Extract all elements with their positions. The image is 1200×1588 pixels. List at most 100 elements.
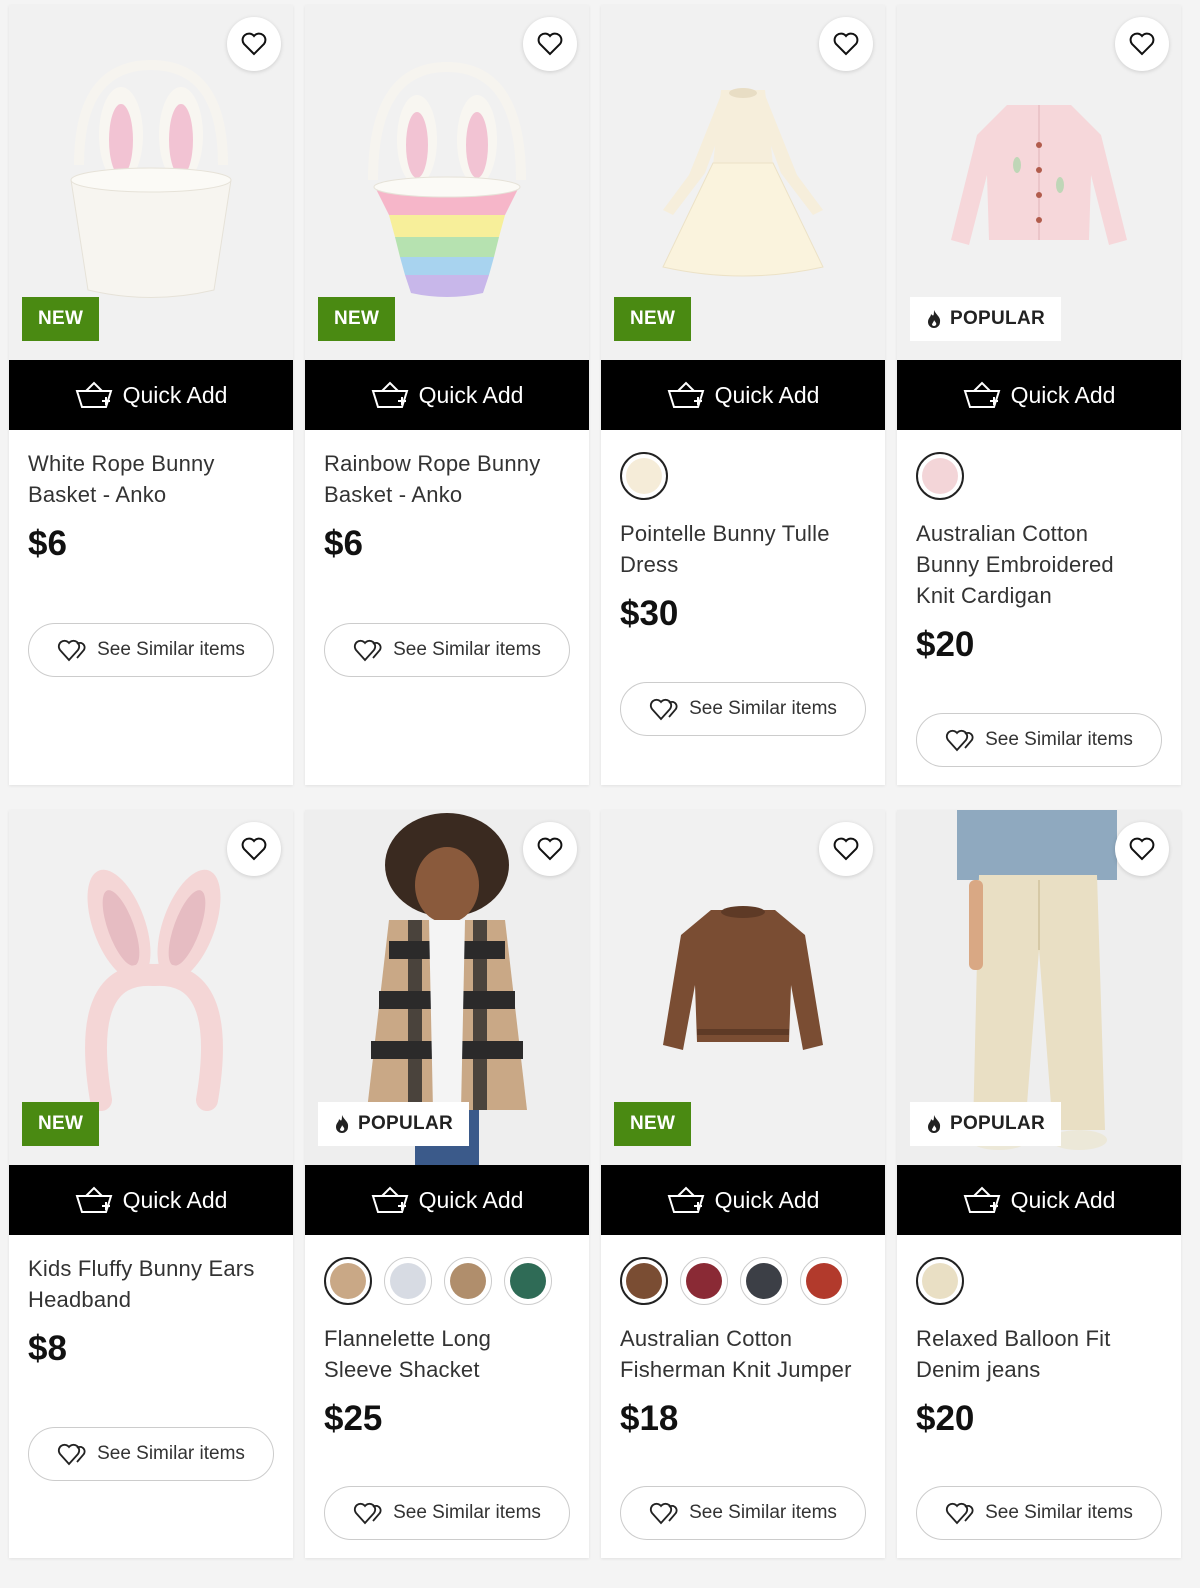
product-price: $30	[620, 594, 679, 633]
product-price: $6	[324, 524, 363, 563]
colour-swatch[interactable]	[444, 1257, 492, 1305]
heart-icon	[1129, 32, 1155, 56]
quick-add-button[interactable]: Quick Add	[897, 1165, 1181, 1235]
product-card[interactable]: NEW Quick Add Rainbow Rope Bunny Basket …	[305, 5, 589, 785]
hearts-icon	[649, 698, 678, 721]
favourite-button[interactable]	[523, 17, 577, 71]
colour-swatches	[916, 452, 1162, 500]
favourite-button[interactable]	[1115, 822, 1169, 876]
see-similar-button[interactable]: See Similar items	[620, 682, 866, 736]
heart-icon	[833, 32, 859, 56]
quick-add-button[interactable]: Quick Add	[897, 360, 1181, 430]
favourite-button[interactable]	[819, 822, 873, 876]
heart-icon	[241, 837, 267, 861]
product-image-area[interactable]: POPULAR	[897, 5, 1181, 360]
new-badge: NEW	[22, 297, 100, 341]
favourite-button[interactable]	[819, 17, 873, 71]
favourite-button[interactable]	[227, 822, 281, 876]
see-similar-button[interactable]: See Similar items	[28, 1427, 274, 1481]
colour-swatch[interactable]	[384, 1257, 432, 1305]
quick-add-button[interactable]: Quick Add	[305, 1165, 589, 1235]
basket-plus-icon	[371, 1186, 408, 1213]
product-price: $20	[916, 625, 975, 664]
heart-icon	[833, 837, 859, 861]
heart-icon	[537, 837, 563, 861]
product-title[interactable]: Australian Cotton Bunny Embroidered Knit…	[916, 518, 1146, 611]
colour-swatch[interactable]	[916, 452, 964, 500]
product-price: $18	[620, 1399, 679, 1438]
hearts-icon	[945, 729, 974, 752]
favourite-button[interactable]	[227, 17, 281, 71]
hearts-icon	[57, 639, 86, 662]
product-title[interactable]: Pointelle Bunny Tulle Dress	[620, 518, 860, 580]
heart-icon	[537, 32, 563, 56]
see-similar-button[interactable]: See Similar items	[324, 1486, 570, 1540]
popular-badge: POPULAR	[910, 297, 1061, 341]
flame-icon	[928, 1115, 941, 1133]
quick-add-button[interactable]: Quick Add	[9, 1165, 293, 1235]
see-similar-button[interactable]: See Similar items	[28, 623, 274, 677]
colour-swatch[interactable]	[620, 452, 668, 500]
heart-icon	[241, 32, 267, 56]
colour-swatch[interactable]	[324, 1257, 372, 1305]
colour-swatch[interactable]	[800, 1257, 848, 1305]
quick-add-button[interactable]: Quick Add	[305, 360, 589, 430]
product-title[interactable]: White Rope Bunny Basket - Anko	[28, 448, 248, 510]
product-image-area[interactable]: NEW	[9, 5, 293, 360]
flame-icon	[928, 310, 941, 328]
basket-plus-icon	[667, 1186, 704, 1213]
see-similar-button[interactable]: See Similar items	[620, 1486, 866, 1540]
favourite-button[interactable]	[523, 822, 577, 876]
colour-swatch[interactable]	[740, 1257, 788, 1305]
hearts-icon	[945, 1502, 974, 1525]
new-badge: NEW	[614, 297, 692, 341]
product-title[interactable]: Kids Fluffy Bunny Ears Headband	[28, 1253, 278, 1315]
product-title[interactable]: Rainbow Rope Bunny Basket - Anko	[324, 448, 564, 510]
product-image-area[interactable]: POPULAR	[305, 810, 589, 1165]
colour-swatch[interactable]	[916, 1257, 964, 1305]
product-image-area[interactable]: NEW	[601, 5, 885, 360]
colour-swatches	[620, 452, 866, 500]
favourite-button[interactable]	[1115, 17, 1169, 71]
see-similar-button[interactable]: See Similar items	[916, 713, 1162, 767]
colour-swatch[interactable]	[504, 1257, 552, 1305]
new-badge: NEW	[318, 297, 396, 341]
product-image-area[interactable]: NEW	[9, 810, 293, 1165]
hearts-icon	[649, 1502, 678, 1525]
product-title[interactable]: Relaxed Balloon Fit Denim jeans	[916, 1323, 1136, 1385]
basket-plus-icon	[963, 381, 1000, 408]
colour-swatches	[620, 1257, 866, 1305]
product-price: $8	[28, 1329, 67, 1368]
hearts-icon	[353, 1502, 382, 1525]
product-card[interactable]: NEW Quick Add Pointelle Bunny Tulle Dres…	[601, 5, 885, 785]
see-similar-button[interactable]: See Similar items	[916, 1486, 1162, 1540]
product-card[interactable]: POPULAR Quick Add Australian Cotton Bunn…	[897, 5, 1181, 785]
hearts-icon	[353, 639, 382, 662]
see-similar-button[interactable]: See Similar items	[324, 623, 570, 677]
quick-add-button[interactable]: Quick Add	[9, 360, 293, 430]
product-image-area[interactable]: NEW	[601, 810, 885, 1165]
product-card[interactable]: NEW Quick Add White Rope Bunny Basket - …	[9, 5, 293, 785]
heart-icon	[1129, 837, 1155, 861]
product-image-area[interactable]: NEW	[305, 5, 589, 360]
popular-badge: POPULAR	[318, 1102, 469, 1146]
product-title[interactable]: Australian Cotton Fisherman Knit Jumper	[620, 1323, 870, 1385]
new-badge: NEW	[22, 1102, 100, 1146]
product-price: $20	[916, 1399, 975, 1438]
flame-icon	[336, 1115, 349, 1133]
colour-swatch[interactable]	[680, 1257, 728, 1305]
product-card[interactable]: NEW Quick Add Kids Fluffy Bunny Ears Hea…	[9, 810, 293, 1558]
product-image-area[interactable]: POPULAR	[897, 810, 1181, 1165]
quick-add-button[interactable]: Quick Add	[601, 360, 885, 430]
colour-swatch[interactable]	[620, 1257, 668, 1305]
product-card[interactable]: POPULAR Quick Add Flannelette Long Sleev…	[305, 810, 589, 1558]
popular-badge: POPULAR	[910, 1102, 1061, 1146]
product-grid: NEW Quick Add White Rope Bunny Basket - …	[0, 0, 1200, 1588]
basket-plus-icon	[667, 381, 704, 408]
quick-add-button[interactable]: Quick Add	[601, 1165, 885, 1235]
colour-swatches	[916, 1257, 1162, 1305]
product-card[interactable]: POPULAR Quick Add Relaxed Balloon Fit De…	[897, 810, 1181, 1558]
product-card[interactable]: NEW Quick Add Australian Cotton Fisherma…	[601, 810, 885, 1558]
product-title[interactable]: Flannelette Long Sleeve Shacket	[324, 1323, 544, 1385]
product-price: $25	[324, 1399, 383, 1438]
